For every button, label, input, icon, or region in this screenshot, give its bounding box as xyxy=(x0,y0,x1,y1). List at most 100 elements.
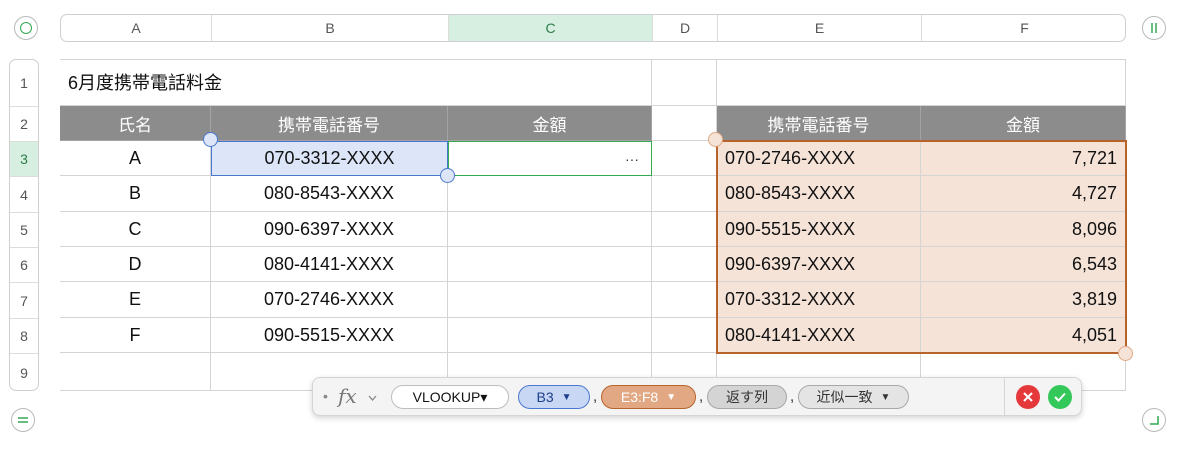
argument-b3-token[interactable]: B3 ▼ xyxy=(518,385,590,409)
name-cell[interactable]: E xyxy=(60,282,211,318)
row-header-6[interactable]: 6 xyxy=(10,248,38,283)
triangle-down-icon: ▼ xyxy=(880,391,891,403)
argument-match-type-label: 近似一致 xyxy=(816,389,873,405)
lookup-phone-cell[interactable]: 090-5515-XXXX xyxy=(717,212,921,247)
argument-b3-label: B3 xyxy=(536,389,554,405)
amount-cell[interactable] xyxy=(448,212,652,247)
formula-editor[interactable]: • fx VLOOKUP▾ B3 ▼ , E3:F8 ▼ , 返す列 , 近似一… xyxy=(312,377,1082,416)
column-header-e[interactable]: E xyxy=(718,15,922,41)
cell-a9[interactable] xyxy=(60,353,211,391)
amount-cell[interactable] xyxy=(448,247,652,282)
equals-icon xyxy=(18,417,28,423)
reference-handle-b3-top[interactable] xyxy=(203,132,218,147)
column-header-a[interactable]: A xyxy=(61,15,212,41)
phone-cell[interactable]: 090-6397-XXXX xyxy=(211,212,448,247)
fx-icon[interactable]: fx xyxy=(338,384,357,408)
resize-table-button[interactable] xyxy=(1142,408,1166,432)
name-cell[interactable]: F xyxy=(60,318,211,353)
sheet-title-cell[interactable]: 6月度携帯電話料金 xyxy=(60,59,652,106)
circle-icon xyxy=(20,22,32,34)
cell-d1[interactable] xyxy=(652,59,717,106)
row-header-bar: 1 2 3 4 5 6 7 8 9 xyxy=(9,59,39,391)
argument-range-token[interactable]: E3:F8 ▼ xyxy=(601,385,696,409)
name-cell[interactable]: D xyxy=(60,247,211,282)
lookup-phone-cell[interactable]: 080-8543-XXXX xyxy=(717,176,921,212)
row-header-2[interactable]: 2 xyxy=(10,107,38,142)
spreadsheet-grid: 6月度携帯電話料金 氏名 携帯電話番号 金額 携帯電話番号 金額 A 070-3… xyxy=(60,59,1127,391)
function-name-pill[interactable]: VLOOKUP▾ xyxy=(391,385,509,409)
lookup-phone-cell[interactable]: 070-2746-XXXX xyxy=(717,141,921,176)
cell-e1-f1[interactable] xyxy=(717,59,1126,106)
lookup-amount-cell[interactable]: 4,051 xyxy=(921,318,1126,353)
row-header-8[interactable]: 8 xyxy=(10,319,38,354)
row-header-1[interactable]: 1 xyxy=(10,60,38,107)
resize-corner-icon xyxy=(1150,416,1159,425)
reference-handle-range-top[interactable] xyxy=(708,132,723,147)
cancel-button[interactable] xyxy=(1016,385,1040,409)
column-header-b[interactable]: B xyxy=(212,15,449,41)
add-row-button[interactable] xyxy=(11,408,35,432)
left-header-name[interactable]: 氏名 xyxy=(60,106,211,141)
cell-d3[interactable] xyxy=(652,141,717,176)
lookup-phone-cell[interactable]: 090-6397-XXXX xyxy=(717,247,921,282)
lookup-phone-cell[interactable]: 080-4141-XXXX xyxy=(717,318,921,353)
cell-d4[interactable] xyxy=(652,176,717,212)
amount-cell[interactable] xyxy=(448,282,652,318)
reference-handle-range-bottom[interactable] xyxy=(1118,346,1133,361)
amount-cell[interactable] xyxy=(448,176,652,212)
function-name: VLOOKUP▾ xyxy=(412,388,488,405)
right-header-phone[interactable]: 携帯電話番号 xyxy=(717,106,921,141)
formula-bullet: • xyxy=(323,388,328,404)
row-header-7[interactable]: 7 xyxy=(10,283,38,319)
row-header-3[interactable]: 3 xyxy=(10,142,38,177)
table-select-button[interactable] xyxy=(14,16,38,40)
reference-handle-b3-bottom[interactable] xyxy=(440,168,455,183)
left-header-phone[interactable]: 携帯電話番号 xyxy=(211,106,448,141)
confirm-icon xyxy=(1054,392,1066,402)
argument-range-label: E3:F8 xyxy=(620,389,659,405)
lookup-amount-cell[interactable]: 6,543 xyxy=(921,247,1126,282)
pause-icon xyxy=(1151,23,1157,33)
left-header-amount[interactable]: 金額 xyxy=(448,106,652,141)
lookup-amount-cell[interactable]: 7,721 xyxy=(921,141,1126,176)
phone-cell[interactable]: 070-2746-XXXX xyxy=(211,282,448,318)
row-header-4[interactable]: 4 xyxy=(10,177,38,213)
name-cell[interactable]: A xyxy=(60,141,211,176)
formula-divider xyxy=(1004,378,1005,415)
lookup-phone-cell[interactable]: 070-3312-XXXX xyxy=(717,282,921,318)
lookup-amount-cell[interactable]: 3,819 xyxy=(921,282,1126,318)
amount-cell-c3-editing[interactable]: ··· xyxy=(448,141,652,176)
phone-cell[interactable]: 080-4141-XXXX xyxy=(211,247,448,282)
argument-separator: , xyxy=(790,388,795,405)
ellipsis-icon: ··· xyxy=(625,150,639,167)
chevron-down-icon[interactable] xyxy=(368,395,377,401)
amount-cell[interactable] xyxy=(448,318,652,353)
argument-separator: , xyxy=(699,388,704,405)
lookup-amount-cell[interactable]: 8,096 xyxy=(921,212,1126,247)
cell-d7[interactable] xyxy=(652,282,717,318)
cell-d5[interactable] xyxy=(652,212,717,247)
column-header-c[interactable]: C xyxy=(449,15,653,41)
cell-d6[interactable] xyxy=(652,247,717,282)
phone-cell[interactable]: 090-5515-XXXX xyxy=(211,318,448,353)
name-cell[interactable]: B xyxy=(60,176,211,212)
confirm-button[interactable] xyxy=(1048,385,1072,409)
cancel-icon xyxy=(1023,392,1033,402)
argument-return-column-label: 返す列 xyxy=(726,389,768,405)
triangle-down-icon: ▼ xyxy=(666,391,677,403)
phone-cell[interactable]: 080-8543-XXXX xyxy=(211,176,448,212)
right-header-amount[interactable]: 金額 xyxy=(921,106,1126,141)
cell-d2[interactable] xyxy=(652,106,717,141)
row-header-5[interactable]: 5 xyxy=(10,213,38,248)
argument-match-type-token[interactable]: 近似一致 ▼ xyxy=(798,385,909,409)
column-header-d[interactable]: D xyxy=(653,15,718,41)
name-cell[interactable]: C xyxy=(60,212,211,247)
column-header-bar: A B C D E F xyxy=(60,14,1126,42)
phone-cell-b3[interactable]: 070-3312-XXXX xyxy=(211,141,448,176)
column-header-f[interactable]: F xyxy=(922,15,1125,41)
row-header-9[interactable]: 9 xyxy=(10,354,38,390)
column-pause-button[interactable] xyxy=(1142,16,1166,40)
cell-d8[interactable] xyxy=(652,318,717,353)
argument-return-column-token[interactable]: 返す列 xyxy=(707,385,787,409)
lookup-amount-cell[interactable]: 4,727 xyxy=(921,176,1126,212)
